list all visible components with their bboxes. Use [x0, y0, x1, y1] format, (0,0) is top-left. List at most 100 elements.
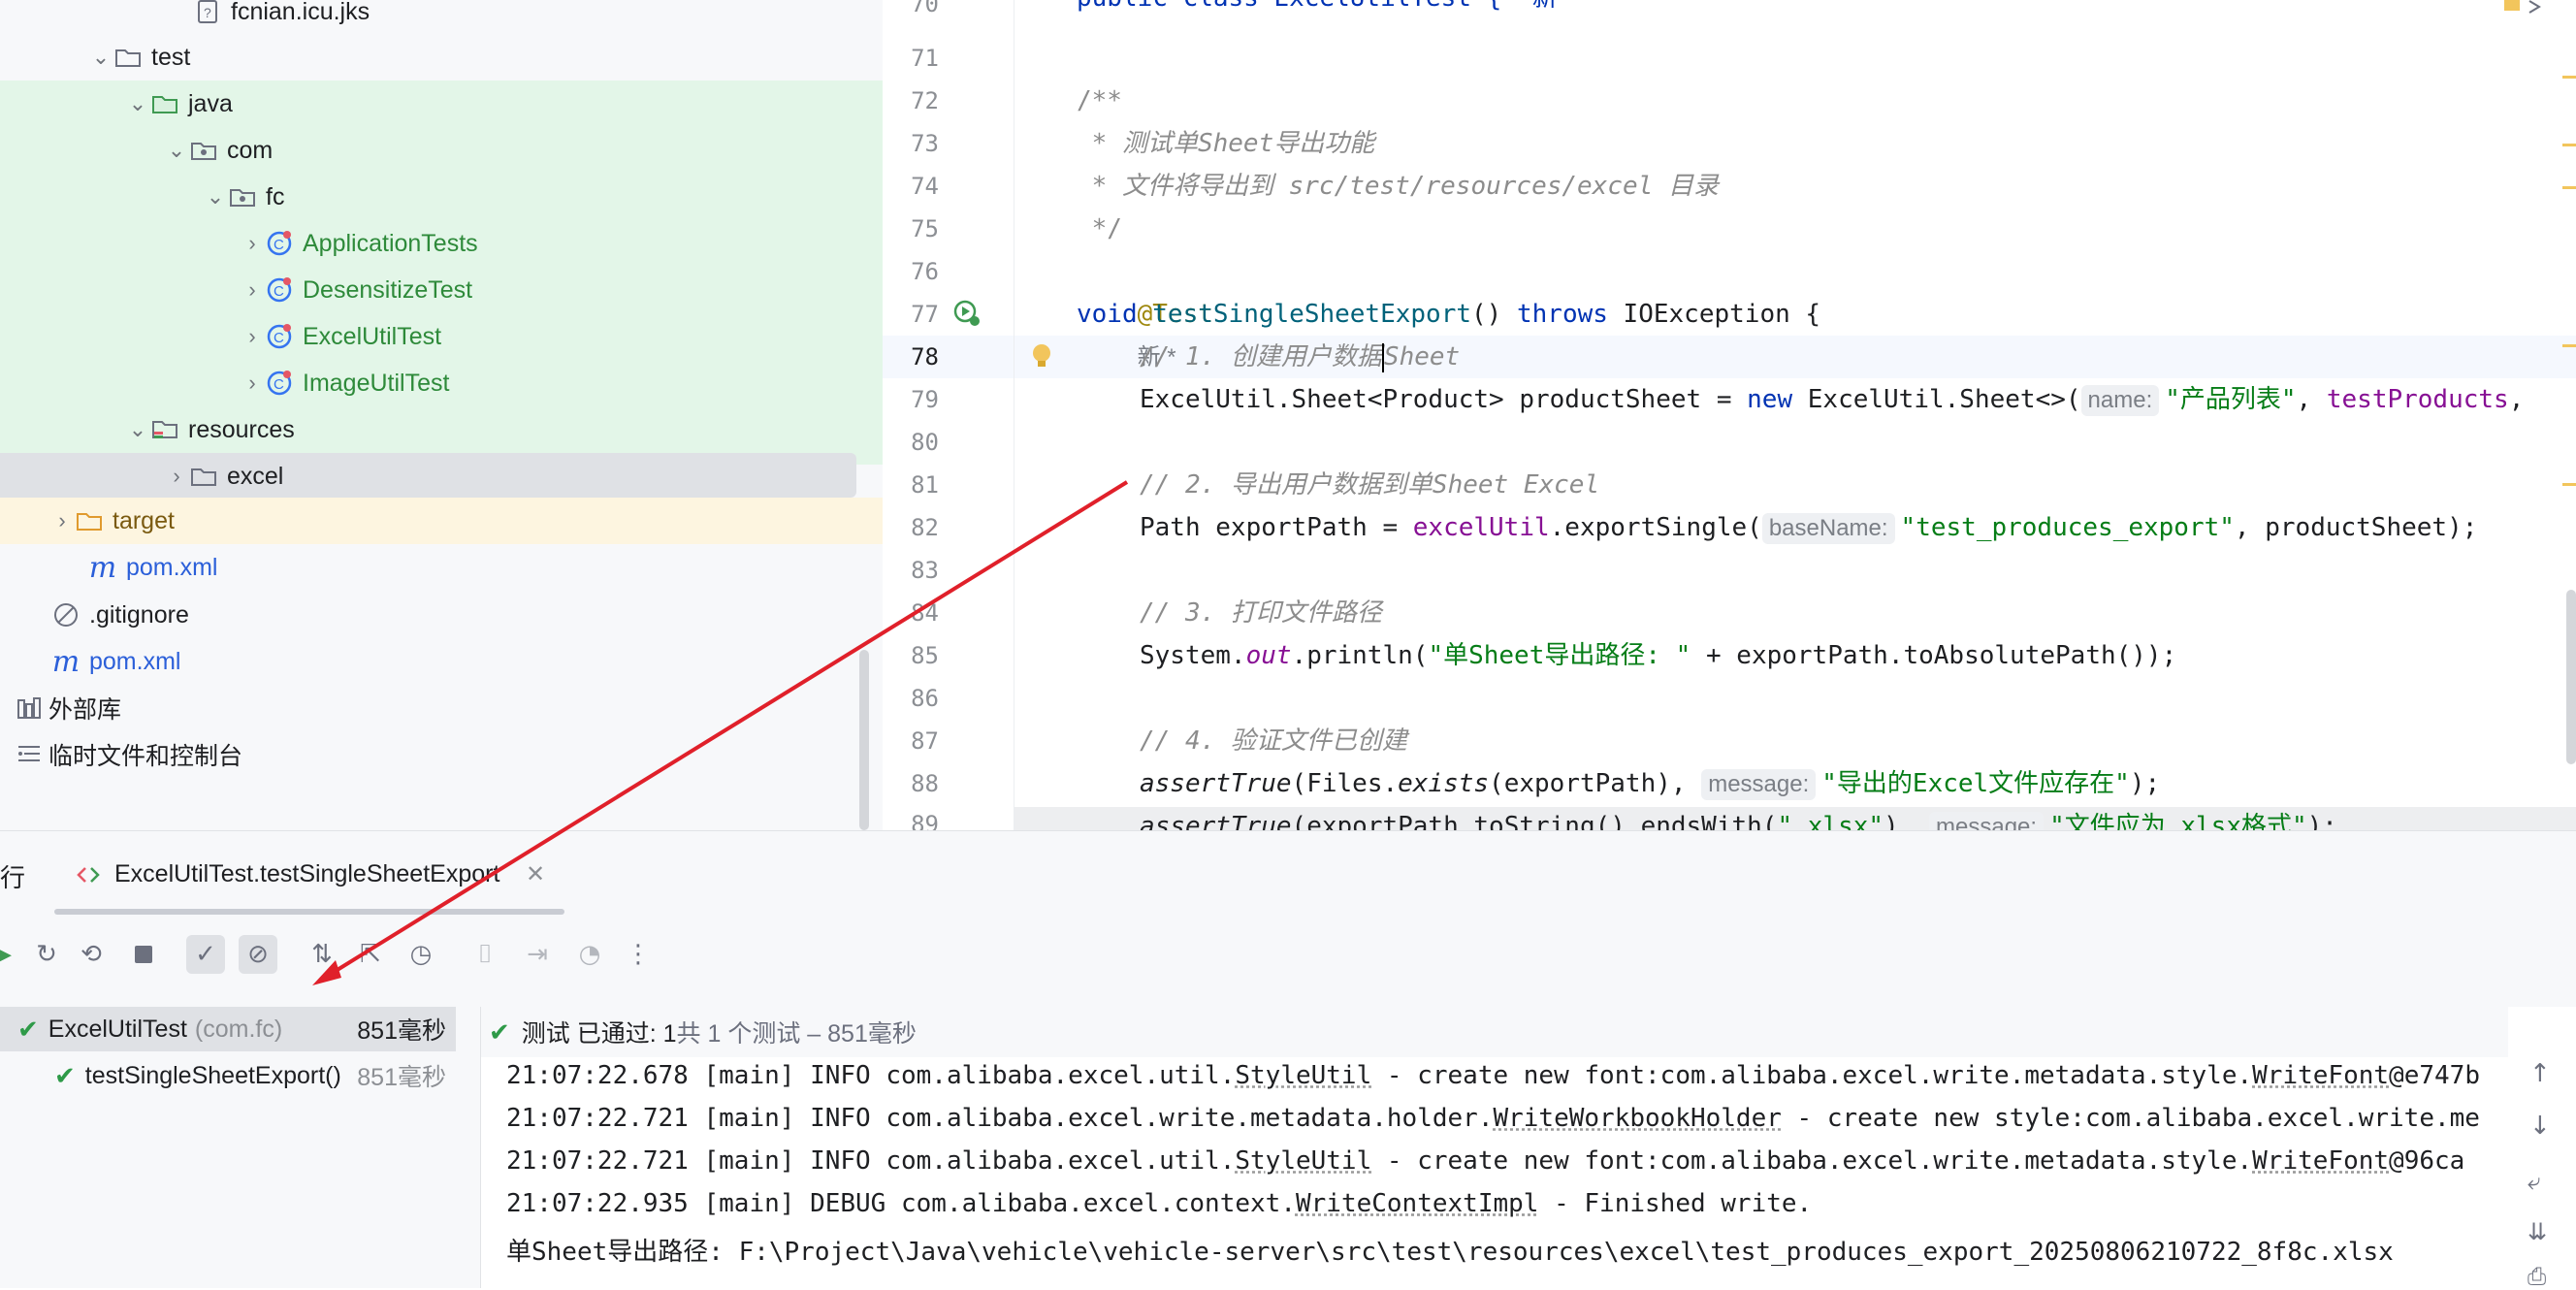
code-editor[interactable]: public class ExcelUtilTest { 新 70 71 72 …: [883, 0, 2576, 830]
code-token: ,: [2508, 385, 2525, 414]
tree-item-java[interactable]: ⌄ java: [124, 81, 233, 127]
code-token: ),: [1884, 812, 1915, 830]
warning-marker[interactable]: [2562, 344, 2576, 347]
chevron-down-icon[interactable]: ⌄: [202, 184, 229, 210]
test-result-time: 851毫秒: [357, 1064, 446, 1091]
tree-item-excel[interactable]: › excel: [163, 453, 283, 500]
line-number: 78: [911, 343, 939, 371]
show-passed-icon[interactable]: ✓: [186, 935, 225, 974]
tree-item-pom-root[interactable]: m pom.xml: [52, 638, 181, 685]
warning-marker[interactable]: [2562, 76, 2576, 79]
tree-item-com[interactable]: ⌄ com: [163, 127, 273, 174]
method-name-token: testSingleSheetExport: [1152, 300, 1472, 329]
show-ignored-icon[interactable]: ⊘: [239, 935, 277, 974]
chevron-down-icon[interactable]: ⌄: [124, 417, 151, 442]
chevron-right-icon[interactable]: ›: [239, 277, 266, 303]
run-test-icon[interactable]: [952, 299, 982, 328]
tree-item-resources[interactable]: ⌄ resources: [124, 406, 295, 453]
chevron-right-icon[interactable]: ›: [239, 324, 266, 349]
method-call-token: exists: [1398, 769, 1490, 798]
package-icon: [190, 137, 217, 164]
tree-item-applicationtests[interactable]: › C ApplicationTests: [239, 220, 477, 267]
code-token: (exportPath.toString().endsWith(: [1291, 812, 1778, 830]
sort-icon[interactable]: ⇅: [303, 935, 341, 974]
line-number: 89: [911, 811, 939, 830]
code-token: Path exportPath =: [1140, 513, 1413, 542]
warning-marker[interactable]: [2562, 144, 2576, 146]
chevron-down-icon[interactable]: ⌄: [87, 45, 114, 70]
warning-marker[interactable]: [2562, 483, 2576, 486]
code-line-81[interactable]: // 2. 导出用户数据到单Sheet Excel: [1140, 464, 1599, 506]
run-tab-label[interactable]: ExcelUtilTest.testSingleSheetExport: [114, 860, 499, 888]
editor-scrollbar[interactable]: [2566, 590, 2576, 764]
print-icon[interactable]: ⎙: [2528, 1263, 2546, 1290]
import-tests-icon[interactable]: ⇥: [518, 935, 557, 974]
chevron-down-icon[interactable]: ⌄: [163, 138, 190, 163]
chevron-right-icon[interactable]: ›: [239, 231, 266, 256]
warning-marker[interactable]: [2562, 186, 2576, 189]
test-status-summary: 共 1 个测试 – 851毫秒: [676, 1020, 917, 1048]
code-line-76[interactable]: @Test 新 *: [1077, 250, 1213, 371]
console-output[interactable]: ✔ 测试 已通过: 1 共 1 个测试 – 851毫秒 21:07:22.678…: [481, 1007, 2576, 1290]
code-line-78[interactable]: // 1. 创建用户数据Sheet: [1140, 336, 1460, 378]
run-tool-window: 行 ExcelUtilTest.testSingleSheetExport ✕ …: [0, 830, 2576, 1290]
intention-bulb-icon[interactable]: [1028, 341, 1055, 372]
inspection-widget[interactable]: [2500, 0, 2559, 14]
test-result-row-class[interactable]: ✔ ExcelUtilTest (com.fc) 851毫秒: [0, 1007, 456, 1051]
camera-icon[interactable]: ⌷: [466, 935, 504, 974]
chevron-down-icon[interactable]: ⌄: [124, 91, 151, 116]
svg-text:C: C: [274, 376, 284, 393]
scroll-to-end-icon[interactable]: ⇊: [2528, 1218, 2547, 1245]
tree-item-test[interactable]: ⌄ test: [87, 34, 191, 81]
code-line-87[interactable]: // 4. 验证文件已创建: [1140, 720, 1407, 762]
tree-item-scratches[interactable]: 临时文件和控制台: [16, 731, 242, 778]
tree-item-fc[interactable]: ⌄ fc: [202, 174, 285, 220]
tree-item-desensitizetest[interactable]: › C DesensitizeTest: [239, 267, 472, 313]
toggle-auto-test-icon[interactable]: ⟲: [72, 935, 111, 974]
tree-item-external-libraries[interactable]: 外部库: [16, 685, 121, 731]
line-number: 87: [911, 727, 939, 755]
tree-item-target[interactable]: › target: [48, 498, 175, 544]
tree-scrollbar[interactable]: [859, 650, 869, 830]
code-line-84[interactable]: // 3. 打印文件路径: [1140, 592, 1382, 634]
parameter-hint: name:: [2080, 385, 2160, 416]
test-history-icon[interactable]: ◷: [402, 935, 440, 974]
code-line-79[interactable]: ExcelUtil.Sheet<Product> productSheet = …: [1140, 378, 2524, 421]
rerun-failed-icon[interactable]: ↻: [27, 935, 66, 974]
down-arrow-icon[interactable]: ↓: [2529, 1112, 2551, 1141]
up-arrow-icon[interactable]: ↑: [2529, 1059, 2551, 1088]
collapse-icon[interactable]: ⇱: [351, 935, 390, 974]
line-number: 76: [911, 258, 939, 285]
code-line-85[interactable]: System.out.println("单Sheet导出路径: " + expo…: [1140, 634, 2176, 677]
chevron-right-icon[interactable]: ›: [163, 464, 190, 489]
code-line-73[interactable]: * 测试单Sheet导出功能: [1077, 122, 1375, 165]
code-line-82[interactable]: Path exportPath = excelUtil.exportSingle…: [1140, 506, 2477, 549]
ignored-file-icon: [52, 601, 80, 629]
chevron-right-icon[interactable]: ›: [239, 371, 266, 396]
code-line-88[interactable]: assertTrue(Files.exists(exportPath), mes…: [1140, 762, 2160, 805]
close-tab-icon[interactable]: ✕: [526, 860, 545, 887]
code-line-69[interactable]: public class ExcelUtilTest { 新: [1077, 0, 1558, 19]
stop-icon[interactable]: [124, 935, 163, 974]
tree-item-gitignore[interactable]: .gitignore: [52, 592, 189, 638]
code-line-75[interactable]: */: [1077, 208, 1122, 250]
code-line-77[interactable]: void testSingleSheetExport() throws IOEx…: [1077, 293, 1820, 336]
tree-item-pom-inner[interactable]: m pom.xml: [89, 544, 218, 591]
code-line-89[interactable]: assertTrue(exportPath.toString().endsWit…: [1140, 805, 2337, 830]
tree-item-imageutiltest[interactable]: › C ImageUtilTest: [239, 360, 449, 406]
chevron-right-icon[interactable]: ›: [48, 508, 76, 533]
field-token: out: [1245, 641, 1292, 670]
code-line-74[interactable]: * 文件将导出到 src/test/resources/excel 目录: [1077, 165, 1719, 208]
coverage-icon[interactable]: ◔: [570, 935, 609, 974]
more-options-icon[interactable]: ⋮: [619, 935, 658, 974]
tree-item-keystore[interactable]: ? fcnian.icu.jks: [194, 0, 370, 35]
string-token: "导出的Excel文件应存在": [1821, 769, 2130, 798]
test-result-row-method[interactable]: ✔ testSingleSheetExport() 851毫秒: [0, 1053, 456, 1098]
soft-wrap-icon[interactable]: ⤶: [2528, 1168, 2540, 1195]
rerun-icon[interactable]: ▶: [0, 935, 21, 974]
comment-token: Sheet: [1383, 342, 1461, 371]
code-line-72[interactable]: /**: [1077, 80, 1122, 122]
run-tab-bar: 行 ExcelUtilTest.testSingleSheetExport ✕: [0, 830, 2576, 915]
tree-item-excelutiltest[interactable]: › C ExcelUtilTest: [239, 313, 441, 360]
tree-item-label: .gitignore: [89, 600, 189, 629]
